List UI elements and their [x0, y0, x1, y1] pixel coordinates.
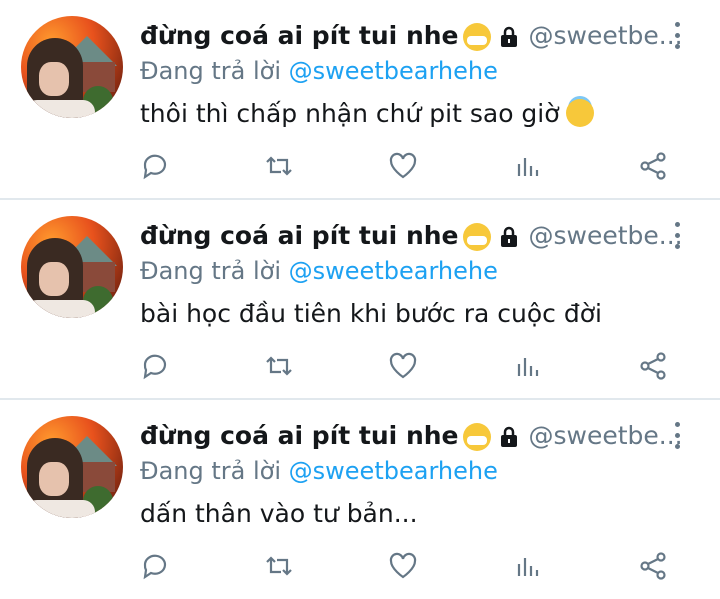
halo-face-icon — [565, 99, 594, 127]
reply-icon[interactable] — [139, 550, 175, 586]
user-handle[interactable]: @sweetbe... — [529, 21, 683, 50]
heart-icon[interactable] — [387, 350, 423, 386]
analytics-icon[interactable] — [513, 550, 549, 586]
user-handle[interactable]: @sweetbe... — [529, 221, 683, 250]
lock-icon — [500, 26, 517, 47]
reply-icon[interactable] — [139, 150, 175, 186]
retweet-icon[interactable] — [263, 550, 299, 586]
tweet-header: đừng coá ai pít tui nhe @sweetbe... — [140, 218, 683, 254]
tweet-text-content: bài học đầu tiên khi bước ra cuộc đời — [140, 299, 602, 328]
replying-to: Đang trả lời @sweetbearhehe — [140, 456, 498, 486]
tweet-text-content: thôi thì chấp nhận chứ pit sao giờ — [140, 99, 560, 128]
tweet[interactable]: đừng coá ai pít tui nhe @sweetbe... Đang … — [0, 200, 720, 400]
lock-icon — [500, 226, 517, 247]
sneezing-face-icon — [462, 22, 491, 51]
reply-prefix: Đang trả lời — [140, 57, 282, 85]
more-options-icon[interactable] — [672, 22, 682, 52]
display-name[interactable]: đừng coá ai pít tui nhe — [140, 221, 459, 250]
tweet-header: đừng coá ai pít tui nhe @sweetbe... — [140, 418, 683, 454]
replying-to: Đang trả lời @sweetbearhehe — [140, 256, 498, 286]
action-bar — [0, 150, 720, 190]
analytics-icon[interactable] — [513, 150, 549, 186]
share-icon[interactable] — [637, 150, 673, 186]
more-options-icon[interactable] — [672, 422, 682, 452]
analytics-icon[interactable] — [513, 350, 549, 386]
tweet-text-content: dấn thân vào tư bản... — [140, 499, 418, 528]
tweet-text: bài học đầu tiên khi bước ra cuộc đời — [140, 296, 602, 332]
mention-link[interactable]: @sweetbearhehe — [289, 457, 498, 485]
avatar[interactable] — [21, 16, 123, 118]
reply-prefix: Đang trả lời — [140, 457, 282, 485]
share-icon[interactable] — [637, 550, 673, 586]
display-name[interactable]: đừng coá ai pít tui nhe — [140, 21, 459, 50]
sneezing-face-icon — [462, 422, 491, 451]
tweet-text: thôi thì chấp nhận chứ pit sao giờ — [140, 96, 594, 132]
user-handle[interactable]: @sweetbe... — [529, 421, 683, 450]
tweet[interactable]: đừng coá ai pít tui nhe @sweetbe... Đang … — [0, 400, 720, 599]
reply-icon[interactable] — [139, 350, 175, 386]
tweet[interactable]: đừng coá ai pít tui nhe @sweetbe... Đang … — [0, 0, 720, 200]
more-options-icon[interactable] — [672, 222, 682, 252]
mention-link[interactable]: @sweetbearhehe — [289, 57, 498, 85]
tweet-feed: đừng coá ai pít tui nhe @sweetbe... Đang … — [0, 0, 720, 599]
reply-prefix: Đang trả lời — [140, 257, 282, 285]
mention-link[interactable]: @sweetbearhehe — [289, 257, 498, 285]
retweet-icon[interactable] — [263, 350, 299, 386]
action-bar — [0, 550, 720, 590]
replying-to: Đang trả lời @sweetbearhehe — [140, 56, 498, 86]
heart-icon[interactable] — [387, 150, 423, 186]
action-bar — [0, 350, 720, 390]
heart-icon[interactable] — [387, 550, 423, 586]
tweet-header: đừng coá ai pít tui nhe @sweetbe... — [140, 18, 683, 54]
tweet-text: dấn thân vào tư bản... — [140, 496, 418, 532]
sneezing-face-icon — [462, 222, 491, 251]
display-name[interactable]: đừng coá ai pít tui nhe — [140, 421, 459, 450]
retweet-icon[interactable] — [263, 150, 299, 186]
avatar[interactable] — [21, 216, 123, 318]
avatar[interactable] — [21, 416, 123, 518]
lock-icon — [500, 426, 517, 447]
share-icon[interactable] — [637, 350, 673, 386]
